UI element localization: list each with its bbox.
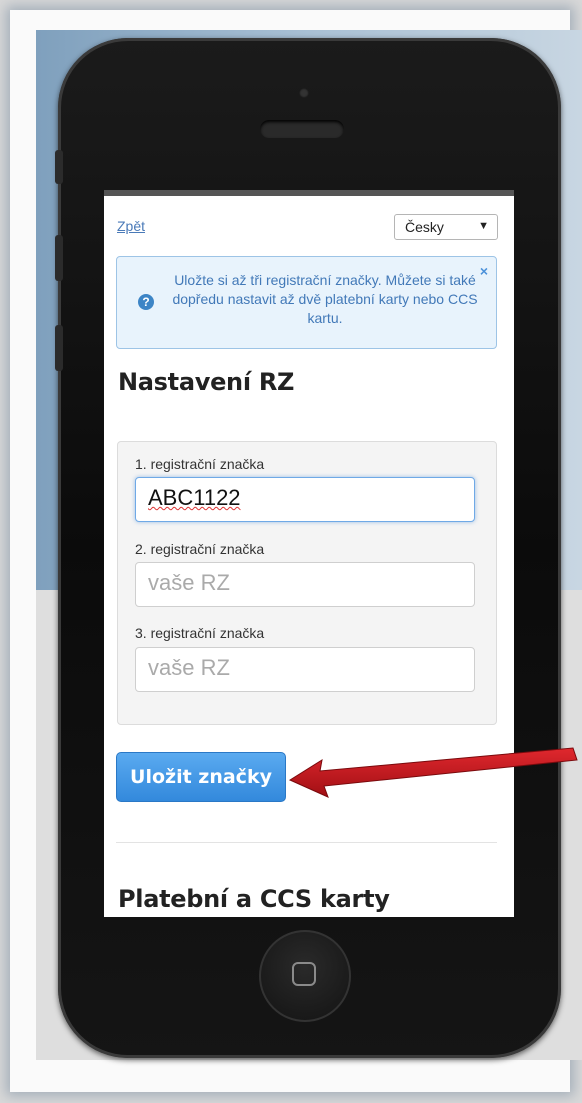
volume-up-button	[55, 235, 63, 281]
language-selected: Česky	[405, 219, 444, 235]
plate-3-label: 3. registrační značka	[135, 625, 265, 641]
cards-section-title: Platební a CCS karty	[118, 885, 390, 913]
plates-section-title: Nastavení RZ	[118, 368, 295, 396]
plate-1-value: ABC1122	[148, 485, 241, 510]
chevron-down-icon: ▼	[478, 220, 489, 232]
plate-2-label: 2. registrační značka	[135, 541, 265, 557]
plate-2-input[interactable]: vaše RZ	[135, 562, 475, 607]
info-alert: ? × Uložte si až tři registrační značky.…	[116, 256, 497, 349]
mute-switch	[55, 150, 63, 184]
plate-1-label: 1. registrační značka	[135, 456, 265, 472]
back-link[interactable]: Zpět	[117, 218, 145, 234]
front-camera	[299, 88, 309, 98]
question-icon: ?	[138, 294, 154, 310]
phone-screen: Zpět Česky ▼ ? × Uložte si až tři regist…	[104, 190, 514, 917]
plate-1-input[interactable]: ABC1122	[135, 477, 475, 522]
earpiece-speaker	[260, 120, 344, 138]
plates-panel: 1. registrační značka ABC1122 2. registr…	[117, 441, 497, 725]
info-text: Uložte si až tři registrační značky. Můž…	[172, 272, 478, 326]
home-square-icon	[292, 962, 316, 986]
home-button[interactable]	[259, 930, 351, 1022]
screen-top-edge	[104, 190, 514, 196]
volume-down-button	[55, 325, 63, 371]
section-divider	[116, 842, 497, 843]
plate-2-placeholder: vaše RZ	[148, 570, 230, 595]
plate-3-placeholder: vaše RZ	[148, 655, 230, 680]
save-plates-button[interactable]: Uložit značky	[116, 752, 286, 802]
language-select[interactable]: Česky ▼	[394, 214, 498, 240]
plate-3-input[interactable]: vaše RZ	[135, 647, 475, 692]
